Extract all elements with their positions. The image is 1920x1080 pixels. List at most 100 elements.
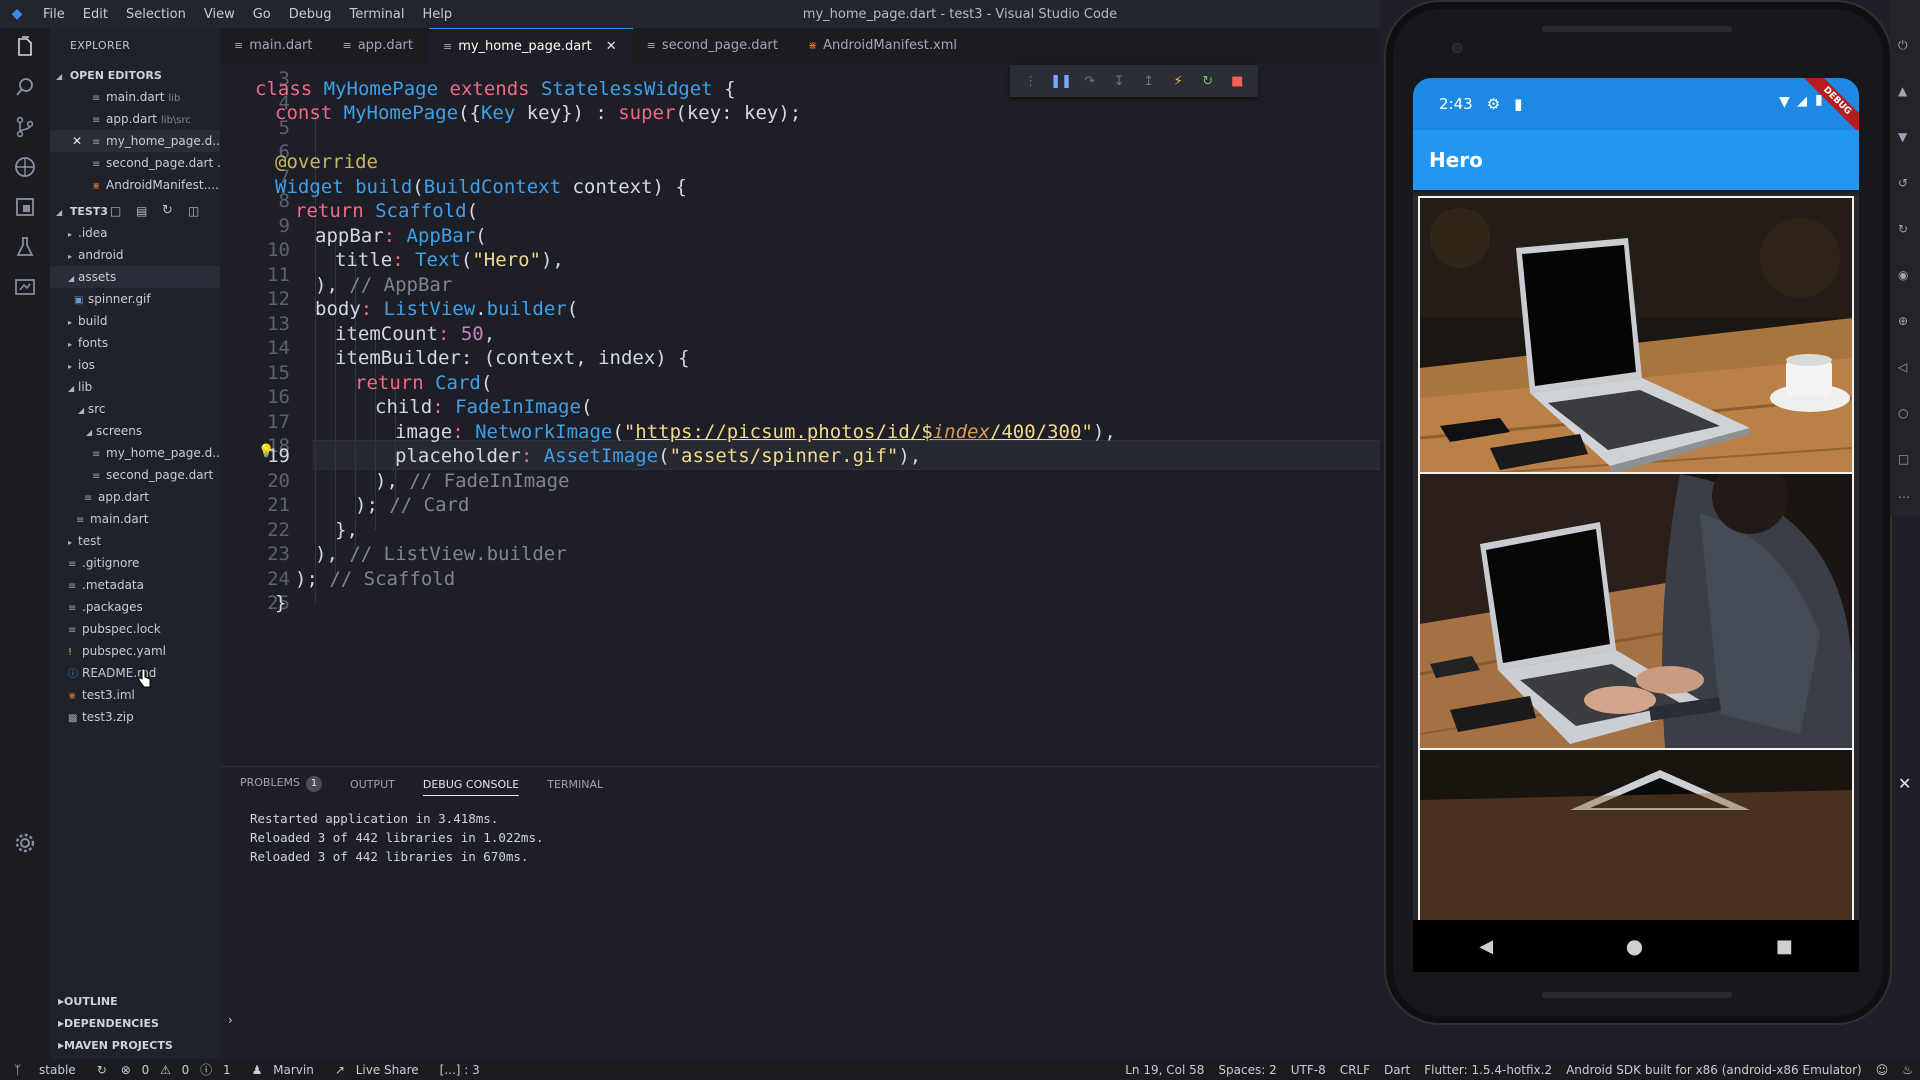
menu-file[interactable]: File	[34, 7, 74, 22]
overview-icon[interactable]: □	[1898, 452, 1912, 466]
tree-folder[interactable]: ◢ src	[50, 398, 220, 420]
tree-folder[interactable]: ▸ build	[50, 310, 220, 332]
lightbulb-icon[interactable]: 💡	[258, 444, 274, 460]
zoom-icon[interactable]: ⊕	[1898, 314, 1912, 328]
tree-folder[interactable]: ▸ ios	[50, 354, 220, 376]
device-selector[interactable]: Android SDK built for x86 (android-x86 E…	[1566, 1063, 1862, 1077]
menu-selection[interactable]: Selection	[117, 7, 195, 22]
remote-explorer-icon[interactable]	[10, 272, 40, 302]
open-editor-item[interactable]: ≡ second_page.dart ...	[50, 152, 220, 174]
open-editor-item[interactable]: ≡ main.dart lib	[50, 86, 220, 108]
debug-icon[interactable]	[10, 152, 40, 182]
tree-file[interactable]: ▣ spinner.gif	[50, 288, 220, 310]
tree-folder[interactable]: ◢ screens	[50, 420, 220, 442]
stop-icon[interactable]: ■	[1227, 74, 1247, 89]
tab-problems[interactable]: PROBLEMS 1	[240, 776, 323, 792]
home-circle-icon[interactable]: ●	[1626, 934, 1643, 958]
menu-view[interactable]: View	[195, 7, 244, 22]
settings-gear-icon[interactable]	[10, 828, 40, 858]
collapse-all-icon[interactable]: ◫	[188, 200, 199, 222]
cursor-position[interactable]: Ln 19, Col 58	[1125, 1063, 1204, 1077]
problems-item[interactable]: ⊗ 0 ⚠ 0 ⓘ 1	[121, 1061, 238, 1078]
tree-folder[interactable]: ▸ test	[50, 530, 220, 552]
tree-file[interactable]: ≡ second_page.dart	[50, 464, 220, 486]
tree-file[interactable]: ⓘ README.md	[50, 662, 220, 684]
tab-second-page-dart[interactable]: ≡ second_page.dart	[633, 28, 794, 64]
search-icon[interactable]	[10, 72, 40, 102]
tree-folder[interactable]: ◢ lib	[50, 376, 220, 398]
language-mode[interactable]: Dart	[1384, 1063, 1410, 1077]
close-tab-icon[interactable]: ✕	[606, 29, 617, 65]
tree-file[interactable]: ≡ .packages	[50, 596, 220, 618]
indentation[interactable]: Spaces: 2	[1218, 1063, 1276, 1077]
menu-go[interactable]: Go	[244, 7, 280, 22]
tree-folder[interactable]: ▸ android	[50, 244, 220, 266]
source-control-icon[interactable]	[10, 112, 40, 142]
recents-square-icon[interactable]: ■	[1776, 936, 1793, 957]
menu-debug[interactable]: Debug	[280, 7, 341, 22]
token-url[interactable]: /400/300	[990, 421, 1082, 443]
tab-output[interactable]: OUTPUT	[350, 778, 395, 791]
restart-icon[interactable]: ↻	[1198, 74, 1218, 89]
token-url[interactable]: https://picsum.photos/id/$	[635, 421, 932, 443]
tab-my-home-page-dart[interactable]: ≡ my_home_page.dart ✕	[428, 28, 633, 65]
flutter-version[interactable]: Flutter: 1.5.4-hotfix.2	[1424, 1063, 1552, 1077]
notification-bell-icon[interactable]: ♨	[1902, 1063, 1913, 1077]
bracket-info[interactable]: [...] : 3	[440, 1063, 480, 1077]
open-editor-item[interactable]: ⋇ AndroidManifest....	[50, 174, 220, 196]
tree-folder[interactable]: ▸ fonts	[50, 332, 220, 354]
sync-icon[interactable]: ↻	[97, 1063, 107, 1077]
phone-screen[interactable]: 2:43 ⚙ ▮ ▼ ◢ ▮ DEBUG Hero	[1413, 78, 1859, 920]
tab-android-manifest[interactable]: ⋇ AndroidManifest.xml	[794, 28, 973, 64]
tree-folder[interactable]: ◢ assets	[50, 266, 220, 288]
branch-item[interactable]: ᛉ stable	[7, 1063, 83, 1077]
dependencies-section[interactable]: ▸DEPENDENCIES	[50, 1012, 220, 1034]
encoding[interactable]: UTF-8	[1291, 1063, 1326, 1077]
code-editor[interactable]: 3 4 5 6 7 8 9 10 11 12 13 14 15 16 17 18…	[220, 64, 1380, 766]
rotate-left-icon[interactable]: ↺	[1898, 176, 1912, 190]
step-out-icon[interactable]: ↥	[1139, 74, 1159, 89]
refresh-icon[interactable]: ↻	[162, 200, 173, 222]
hot-reload-lightning-icon[interactable]: ⚡	[1168, 74, 1188, 89]
open-editor-item-active[interactable]: ✕ ≡ my_home_page.d...	[50, 130, 220, 152]
power-icon[interactable]: ⏻	[1898, 38, 1912, 52]
tree-file[interactable]: ≡ pubspec.lock	[50, 618, 220, 640]
tree-file[interactable]: ≡ .gitignore	[50, 552, 220, 574]
more-icon[interactable]: ⋯	[1898, 490, 1912, 504]
rotate-right-icon[interactable]: ↻	[1898, 222, 1912, 236]
tree-file[interactable]: ⋇ test3.iml	[50, 684, 220, 706]
project-section[interactable]: ◢ TEST3 □ ▤ ↻ ◫	[50, 200, 220, 222]
extensions-icon[interactable]	[10, 192, 40, 222]
new-file-icon[interactable]: □	[110, 200, 121, 222]
chevron-right-icon[interactable]: ›	[228, 1013, 233, 1027]
test-flask-icon[interactable]	[10, 232, 40, 262]
maven-projects-section[interactable]: ▸MAVEN PROJECTS	[50, 1034, 220, 1056]
user-item[interactable]: ♟ Marvin	[252, 1063, 321, 1077]
drag-handle-icon[interactable]: ⋮	[1021, 74, 1041, 89]
back-icon[interactable]: ◁	[1898, 360, 1912, 374]
tree-file[interactable]: ≡ app.dart	[50, 486, 220, 508]
tab-terminal[interactable]: TERMINAL	[547, 778, 603, 791]
outline-section[interactable]: ▸OUTLINE	[50, 990, 220, 1012]
explorer-icon[interactable]	[10, 32, 40, 62]
tree-file[interactable]: ▩ test3.zip	[50, 706, 220, 728]
debug-console-output[interactable]: Restarted application in 3.418ms. Reload…	[220, 801, 1380, 866]
camera-icon[interactable]: ◉	[1898, 268, 1912, 282]
back-triangle-icon[interactable]: ◀	[1479, 936, 1493, 957]
pause-icon[interactable]: ❚❚	[1050, 74, 1072, 89]
line-ending[interactable]: CRLF	[1340, 1063, 1370, 1077]
image-card[interactable]	[1418, 748, 1854, 920]
tree-file[interactable]: ≡ my_home_page.d...	[50, 442, 220, 464]
tab-main-dart[interactable]: ≡ main.dart	[220, 28, 329, 64]
tab-app-dart[interactable]: ≡ app.dart	[329, 28, 429, 64]
live-share-item[interactable]: ↗ Live Share	[335, 1063, 426, 1077]
new-folder-icon[interactable]: ▤	[136, 200, 147, 222]
close-panel-icon[interactable]: ✕	[1898, 774, 1911, 793]
step-into-icon[interactable]: ↧	[1109, 74, 1129, 89]
tab-debug-console[interactable]: DEBUG CONSOLE	[422, 778, 520, 796]
tree-file[interactable]: ! pubspec.yaml	[50, 640, 220, 662]
open-editor-item[interactable]: ≡ app.dart lib\src	[50, 108, 220, 130]
volume-up-icon[interactable]: ▲	[1898, 84, 1912, 98]
tree-file[interactable]: ≡ main.dart	[50, 508, 220, 530]
open-editors-section[interactable]: ◢ OPEN EDITORS	[50, 64, 220, 86]
